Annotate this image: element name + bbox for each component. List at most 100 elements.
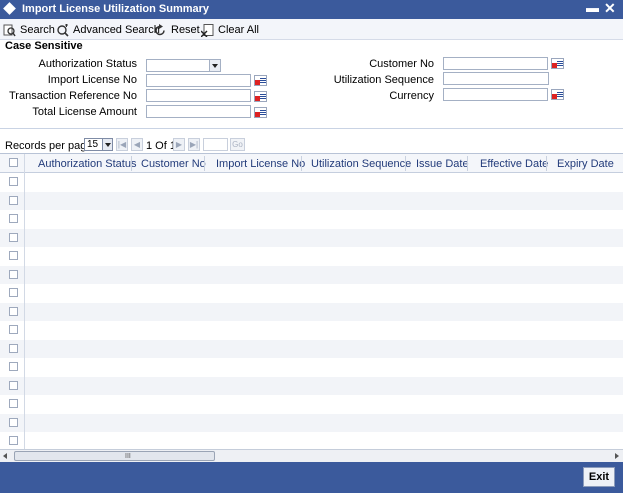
currency-input[interactable] [443, 88, 548, 101]
row-checkbox[interactable] [9, 232, 18, 242]
table-row[interactable] [0, 191, 623, 210]
results-grid: Authorization Status Customer No Import … [0, 153, 623, 450]
lov-icon[interactable] [254, 75, 267, 86]
authorization-status-label: Authorization Status [38, 58, 137, 70]
advanced-search-label: Advanced Search [73, 24, 160, 36]
reset-label: Reset [171, 24, 200, 36]
search-icon [3, 24, 16, 37]
column-divider [204, 156, 205, 171]
scroll-left-icon[interactable] [3, 453, 7, 459]
go-button[interactable]: Go [230, 138, 245, 151]
table-row[interactable] [0, 358, 623, 376]
column-header[interactable]: Utilization Sequence [311, 158, 411, 170]
column-header[interactable]: Import License No [216, 158, 305, 170]
row-checkbox[interactable] [9, 269, 18, 279]
authorization-status-select[interactable] [146, 59, 221, 72]
customer-no-label: Customer No [369, 58, 434, 70]
search-button[interactable]: Search [3, 22, 55, 38]
table-row[interactable] [0, 432, 623, 450]
records-per-page-select[interactable]: 15 [84, 138, 113, 151]
records-per-page-label: Records per page [5, 140, 93, 152]
select-all-checkbox[interactable] [9, 158, 18, 167]
table-row[interactable] [0, 247, 623, 265]
table-row[interactable] [0, 265, 623, 284]
table-row[interactable] [0, 376, 623, 395]
scrollbar-grip: III [125, 453, 131, 460]
lov-icon[interactable] [551, 89, 564, 100]
horizontal-scrollbar[interactable]: III [0, 449, 623, 462]
lov-icon[interactable] [254, 91, 267, 102]
scroll-right-icon[interactable] [615, 453, 619, 459]
column-divider [467, 156, 468, 171]
records-per-page-value: 15 [87, 139, 99, 150]
utilization-sequence-label: Utilization Sequence [333, 74, 434, 86]
reset-button[interactable]: Reset [154, 22, 200, 38]
row-checkbox[interactable] [9, 214, 18, 223]
search-label: Search [20, 24, 55, 36]
page-number-input[interactable] [203, 138, 228, 151]
table-row[interactable] [0, 284, 623, 302]
chevron-down-icon[interactable] [209, 60, 220, 71]
reset-icon [154, 23, 167, 37]
table-row[interactable] [0, 413, 623, 432]
next-page-button[interactable]: ▶ [173, 138, 185, 151]
section-divider [0, 128, 623, 129]
last-page-button[interactable]: ▶| [188, 138, 200, 151]
clear-all-icon [200, 23, 214, 37]
table-row[interactable] [0, 228, 623, 247]
table-row[interactable] [0, 302, 623, 321]
clear-all-label: Clear All [218, 24, 259, 36]
row-checkbox[interactable] [9, 380, 18, 390]
table-row[interactable] [0, 210, 623, 228]
row-checkbox[interactable] [9, 362, 18, 371]
close-icon[interactable]: ✕ [604, 0, 616, 17]
column-divider [405, 156, 406, 171]
scrollbar-thumb[interactable]: III [14, 451, 215, 461]
utilization-sequence-input[interactable] [443, 72, 549, 85]
row-checkbox[interactable] [9, 177, 18, 186]
row-checkbox[interactable] [9, 288, 18, 297]
row-checkbox[interactable] [9, 306, 18, 316]
exit-button[interactable]: Exit [583, 467, 615, 487]
column-header[interactable]: Expiry Date [557, 158, 614, 170]
first-page-button[interactable]: |◀ [116, 138, 128, 151]
advanced-search-button[interactable]: Advanced Search [56, 22, 160, 38]
total-license-amount-input[interactable] [146, 105, 251, 118]
row-checkbox[interactable] [9, 343, 18, 353]
title-bar: Import License Utilization Summary ▬ ✕ [0, 0, 623, 19]
row-checkbox[interactable] [9, 436, 18, 445]
case-sensitive-heading: Case Sensitive [5, 40, 83, 52]
column-header[interactable]: Customer No [141, 158, 206, 170]
previous-page-button[interactable]: ◀ [131, 138, 143, 151]
checkbox-column-divider [24, 154, 25, 450]
table-row[interactable] [0, 395, 623, 413]
table-row[interactable] [0, 321, 623, 339]
import-license-no-input[interactable] [146, 74, 251, 87]
table-row[interactable] [0, 173, 623, 191]
minimize-icon[interactable]: ▬ [586, 0, 599, 15]
row-checkbox[interactable] [9, 399, 18, 408]
grid-header: Authorization Status Customer No Import … [0, 154, 623, 173]
lov-icon[interactable] [551, 58, 564, 69]
column-divider [301, 156, 302, 171]
currency-label: Currency [389, 90, 434, 102]
column-header[interactable]: Authorization Status [38, 158, 136, 170]
transaction-reference-no-label: Transaction Reference No [9, 90, 137, 102]
column-header[interactable]: Effective Date [480, 158, 548, 170]
row-checkbox[interactable] [9, 251, 18, 260]
customer-no-input[interactable] [443, 57, 548, 70]
clear-all-button[interactable]: Clear All [200, 22, 259, 38]
pagination-bar: Records per page 15 |◀ ◀ 1 Of 1 ▶ ▶| Go [0, 138, 623, 154]
row-checkbox[interactable] [9, 325, 18, 334]
chevron-down-icon[interactable] [102, 139, 112, 150]
transaction-reference-no-input[interactable] [146, 89, 251, 102]
footer-bar [0, 462, 623, 493]
row-checkbox[interactable] [9, 195, 18, 205]
table-row[interactable] [0, 339, 623, 358]
import-license-no-label: Import License No [47, 74, 137, 86]
window-title: Import License Utilization Summary [22, 3, 210, 15]
column-divider [131, 156, 132, 171]
lov-icon[interactable] [254, 107, 267, 118]
row-checkbox[interactable] [9, 417, 18, 427]
column-header[interactable]: Issue Date [416, 158, 469, 170]
